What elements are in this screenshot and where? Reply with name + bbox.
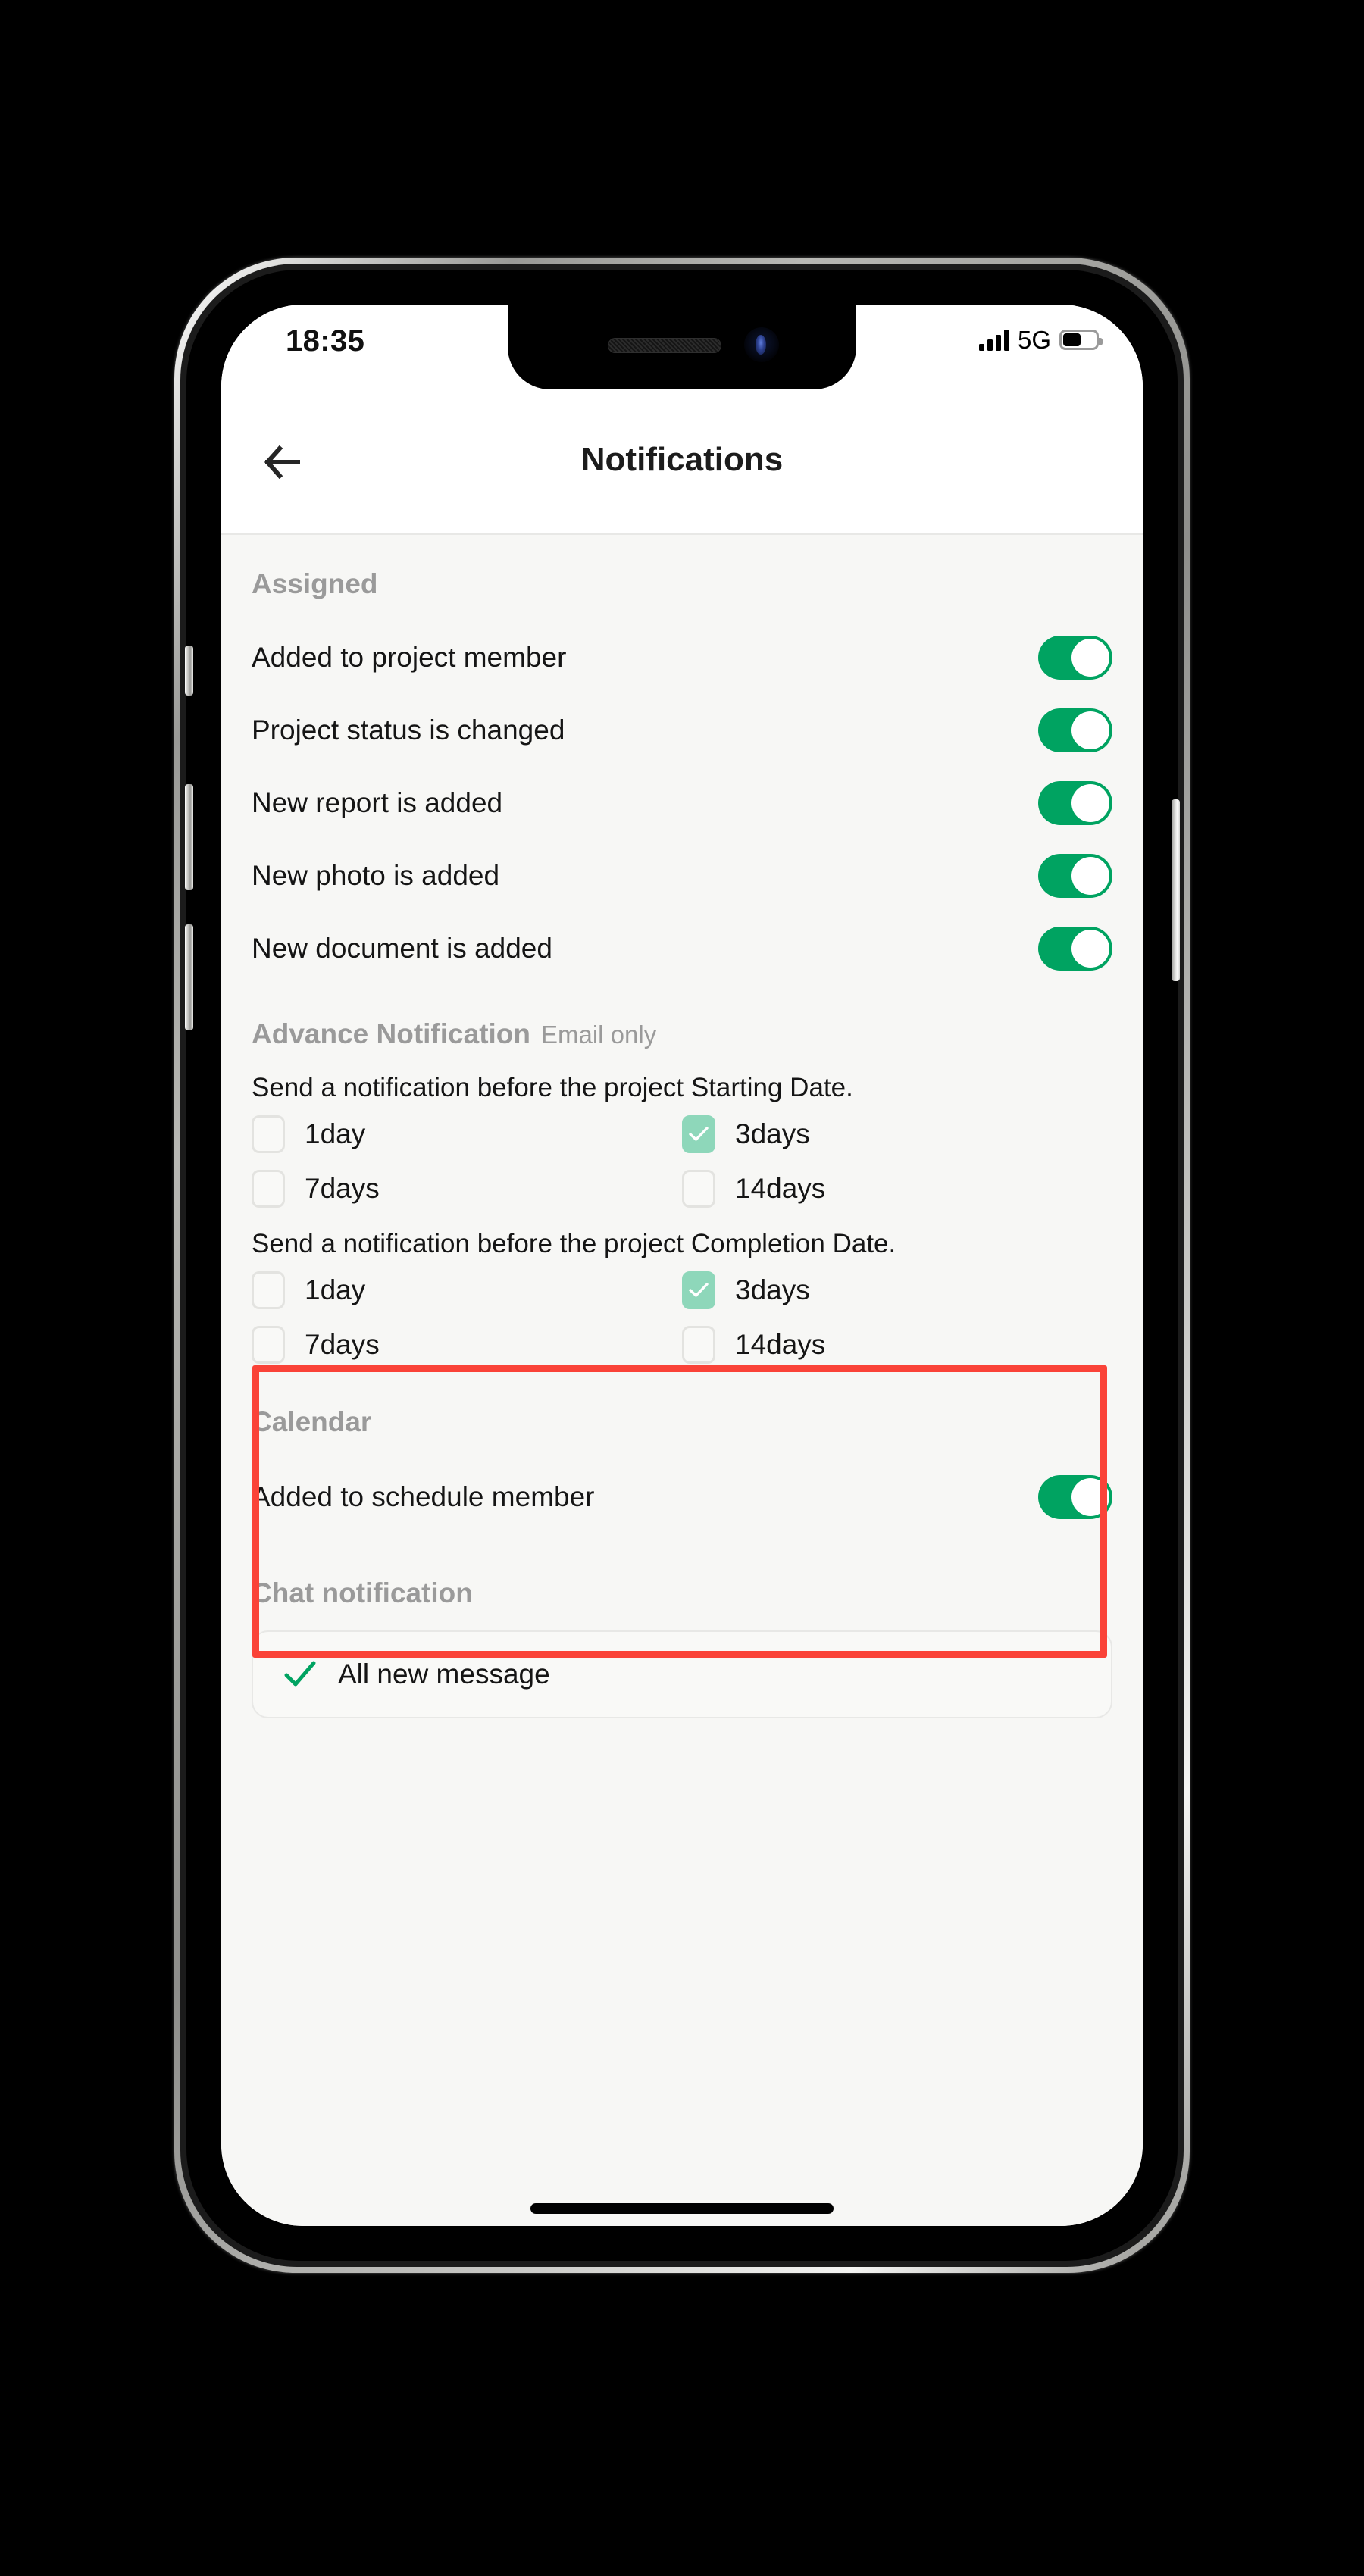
section-title-advance-notification: Advance Notification Email only (221, 1018, 1143, 1050)
checkbox-box[interactable] (682, 1115, 715, 1153)
checkbox-box[interactable] (682, 1271, 715, 1309)
chat-option-label: All new message (338, 1658, 550, 1690)
status-indicators: 5G (978, 326, 1103, 354)
advance-notification-title: Advance Notification (252, 1018, 530, 1049)
earpiece-speaker-icon (608, 338, 721, 353)
row-label: New photo is added (252, 860, 500, 891)
section-title-assigned: Assigned (252, 568, 378, 599)
power-button[interactable] (1172, 799, 1180, 981)
checkbox-box[interactable] (682, 1326, 715, 1364)
toggle-added-to-schedule-member[interactable] (1038, 1475, 1112, 1519)
row-label: Added to project member (252, 642, 567, 673)
network-type-label: 5G (1017, 326, 1051, 354)
advance-notification-subtitle: Email only (541, 1021, 657, 1049)
checkbox-label: 14days (735, 1173, 826, 1204)
section-title-calendar: Calendar (252, 1406, 372, 1437)
hint-starting-date: Send a notification before the project S… (252, 1073, 853, 1102)
checkbox-label: 7days (305, 1329, 380, 1360)
checkbox-start-14days[interactable]: 14days (682, 1170, 1112, 1208)
toggle-new-photo-is-added[interactable] (1038, 854, 1112, 898)
volume-up-button[interactable] (185, 784, 193, 890)
checkbox-label: 7days (305, 1173, 380, 1204)
row-project-status-is-changed[interactable]: Project status is changed (221, 694, 1143, 767)
checkbox-complete-7days[interactable]: 7days (252, 1326, 682, 1364)
checkbox-label: 1day (305, 1118, 366, 1149)
hint-completion-date: Send a notification before the project C… (252, 1229, 896, 1258)
row-label: New report is added (252, 787, 503, 818)
row-label: Project status is changed (252, 714, 565, 746)
checkbox-grid-starting-date: 1day 3days 7days 14days (221, 1115, 1143, 1208)
row-new-document-is-added[interactable]: New document is added (221, 912, 1143, 985)
checkbox-box[interactable] (252, 1271, 285, 1309)
toggle-added-to-project-member[interactable] (1038, 636, 1112, 680)
checkbox-complete-3days[interactable]: 3days (682, 1271, 1112, 1309)
check-icon (689, 1283, 709, 1297)
settings-scroll-area[interactable]: Assigned Added to project member Project… (221, 535, 1143, 2226)
device-notch (508, 305, 856, 389)
checkbox-box[interactable] (252, 1115, 285, 1153)
phone-screen: 18:35 5G Notifications Assigned Added to… (221, 305, 1143, 2226)
checkbox-label: 14days (735, 1329, 826, 1360)
checkbox-label: 3days (735, 1118, 810, 1149)
chat-option-all-new-message[interactable]: All new message (252, 1630, 1112, 1718)
checkbox-complete-14days[interactable]: 14days (682, 1326, 1112, 1364)
row-new-report-is-added[interactable]: New report is added (221, 767, 1143, 839)
mute-switch-button[interactable] (185, 646, 193, 696)
signal-bars-icon (978, 329, 1009, 351)
toggle-new-document-is-added[interactable] (1038, 927, 1112, 971)
app-header: Notifications (221, 389, 1143, 535)
section-title-chat-notification: Chat notification (252, 1577, 473, 1608)
page-title: Notifications (580, 441, 784, 478)
check-icon (284, 1661, 316, 1687)
check-icon (689, 1127, 709, 1141)
checkbox-box[interactable] (682, 1170, 715, 1208)
checkbox-start-3days[interactable]: 3days (682, 1115, 1112, 1153)
checkbox-complete-1day[interactable]: 1day (252, 1271, 682, 1309)
battery-icon (1059, 330, 1103, 350)
home-indicator[interactable] (530, 2203, 834, 2214)
row-label: Added to schedule member (252, 1481, 595, 1512)
volume-down-button[interactable] (185, 924, 193, 1030)
status-time: 18:35 (286, 324, 365, 358)
checkbox-box[interactable] (252, 1170, 285, 1208)
row-added-to-schedule-member[interactable]: Added to schedule member (221, 1461, 1143, 1533)
row-label: New document is added (252, 933, 552, 964)
checkbox-box[interactable] (252, 1326, 285, 1364)
row-added-to-project-member[interactable]: Added to project member (221, 621, 1143, 694)
toggle-new-report-is-added[interactable] (1038, 781, 1112, 825)
checkbox-start-1day[interactable]: 1day (252, 1115, 682, 1153)
checkbox-label: 3days (735, 1274, 810, 1305)
checkbox-start-7days[interactable]: 7days (252, 1170, 682, 1208)
front-camera-icon (744, 327, 779, 362)
toggle-project-status-is-changed[interactable] (1038, 708, 1112, 752)
checkbox-label: 1day (305, 1274, 366, 1305)
checkbox-grid-completion-date: 1day 3days 7days 14days (221, 1271, 1143, 1364)
row-new-photo-is-added[interactable]: New photo is added (221, 839, 1143, 912)
